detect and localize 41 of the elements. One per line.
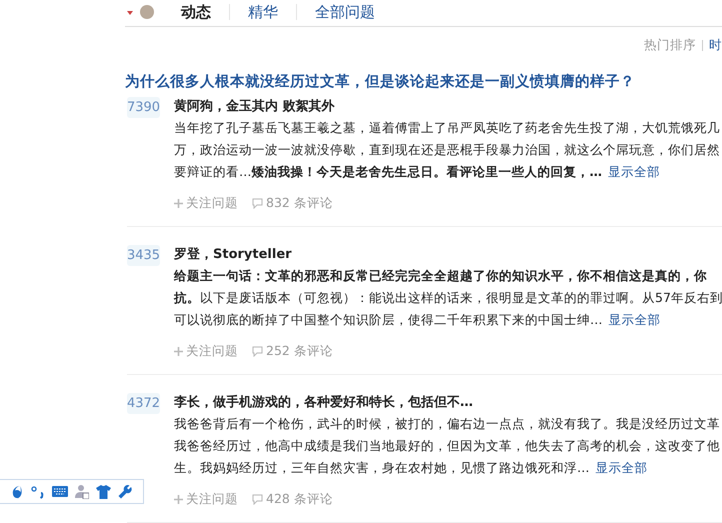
plus-icon (174, 347, 183, 356)
comment-icon (252, 494, 263, 505)
sort-option[interactable]: 时 (709, 37, 722, 54)
comment-icon (252, 198, 263, 209)
vote-count[interactable]: 7390 (127, 97, 160, 118)
answer-text: 万，政治运动一波一波就没停歇，直到现在还是恶棍手段暴力治国，就这么个屌玩意，你们居然 (174, 142, 720, 157)
wrench-icon[interactable] (118, 484, 132, 498)
answer-text: 抗。以下是废话版本（可忽视）：能说出这样的话来，很明显是文革的的罪过啊。从57年反右到 (174, 290, 722, 305)
vote-count[interactable]: 3435 (127, 245, 160, 266)
comment-icon (252, 346, 263, 357)
sort-option[interactable]: 热门排序 (644, 37, 696, 54)
answer-text: 我爸爸经历过，他高中成绩是我们当地最好的，但因为文革，他失去了高考的机会，这改变了他 (174, 438, 720, 453)
plus-icon (174, 199, 183, 208)
answer-text: 当年挖了孔子墓岳飞墓王羲之墓，逼着傅雷上了吊严凤英吃了药老舍先生投了湖，大饥荒饿死几 (174, 120, 720, 135)
punctuation-icon[interactable] (31, 484, 45, 498)
answer-text: 要辩证的看…矮油我操！今天是老舍先生忌日。看评论里一些人的回复，… (174, 164, 602, 179)
comments-link[interactable]: 428 条评论 (252, 491, 333, 508)
show-all-link[interactable]: 显示全部 (608, 312, 660, 327)
answer-text: 生。我妈妈经历过，三年自然灾害，身在农村她，见惯了路边饿死和浮… (174, 460, 590, 475)
question-title[interactable]: 为什么很多人根本就没经历过文革，但是谈论起来还是一副义愤填膺的样子？ (125, 72, 722, 91)
answer-text: 给题主一句话：文革的邪恶和反常已经完完全全超越了你的知识水平，你不相信这是真的，你 (174, 268, 707, 283)
nav-tab[interactable]: 精华 (230, 4, 297, 20)
show-all-link[interactable]: 显示全部 (596, 460, 648, 475)
author-name: 罗登，Storyteller (174, 246, 293, 264)
nav-tab[interactable]: 全部问题 (297, 4, 393, 20)
comments-link[interactable]: 252 条评论 (252, 343, 333, 360)
answer-text: 我爸爸背后有一个枪伤，武斗的时候，被打的，偏右边一点点，就没有我了。我是没经历过文革 (174, 416, 720, 431)
follow-link[interactable]: 关注问题 (174, 343, 238, 360)
author-name: 黄阿狗，金玉其内 败絮其外 (174, 98, 336, 116)
vote-count[interactable]: 4372 (127, 393, 160, 414)
user-icon[interactable] (75, 484, 89, 499)
follow-link[interactable]: 关注问题 (174, 491, 238, 508)
shirt-icon[interactable] (96, 484, 111, 498)
show-all-link[interactable]: 显示全部 (608, 164, 660, 179)
comments-link[interactable]: 832 条评论 (252, 195, 333, 212)
plus-icon (174, 495, 183, 504)
author-name: 李长，做手机游戏的，各种爱好和特长，包括但不… (174, 394, 474, 412)
keyboard-icon[interactable] (52, 486, 68, 497)
answer-text: 可以说彻底的断掉了中国整个知识阶层，使得二千年积累下来的中国士绅… (174, 312, 602, 327)
follow-link[interactable]: 关注问题 (174, 195, 238, 212)
nav-tab[interactable]: 动态 (181, 4, 230, 20)
